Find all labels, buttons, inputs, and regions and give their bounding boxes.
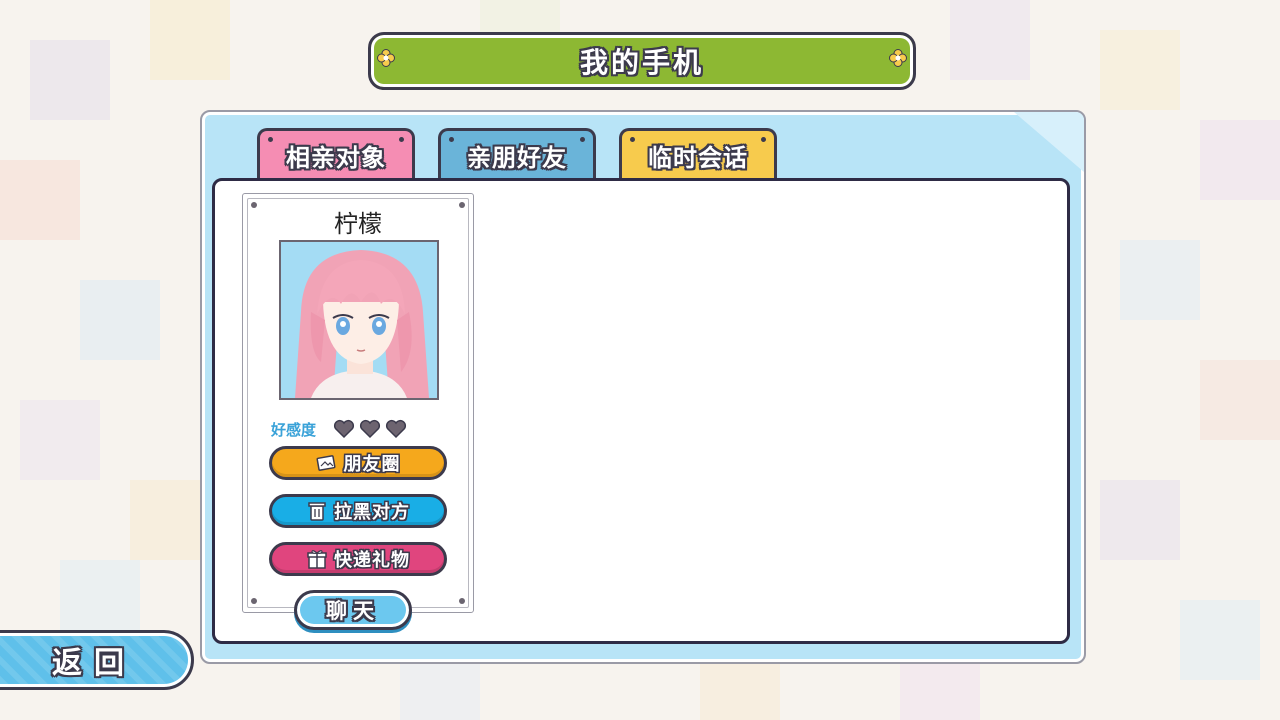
gift-button[interactable]: 快递礼物 <box>269 542 447 576</box>
title-banner: 我的手机 <box>368 32 916 90</box>
favor-hearts <box>333 419 407 439</box>
chat-label: 聊天 <box>326 599 380 623</box>
back-button[interactable]: 返回 <box>0 630 194 690</box>
tab-temporary-chat[interactable]: 临时会话 <box>619 128 777 180</box>
heart-icon <box>333 419 355 439</box>
tab-label: 亲朋好友 <box>467 144 567 172</box>
tab-label: 相亲对象 <box>286 144 386 172</box>
moments-button[interactable]: 朋友圈 <box>269 446 447 480</box>
photo-icon <box>315 455 336 471</box>
contact-name: 柠檬 <box>334 210 382 238</box>
contact-portrait <box>279 240 439 400</box>
gift-label: 快递礼物 <box>334 550 410 571</box>
trash-icon <box>308 502 326 521</box>
chat-button[interactable]: 聊天 <box>294 590 412 630</box>
tab-friends-family[interactable]: 亲朋好友 <box>438 128 596 180</box>
favor-label: 好感度 <box>271 421 317 439</box>
flower-icon <box>377 49 395 67</box>
heart-icon <box>385 419 407 439</box>
block-label: 拉黑对方 <box>334 502 410 523</box>
block-button[interactable]: 拉黑对方 <box>269 494 447 528</box>
moments-label: 朋友圈 <box>343 454 401 475</box>
tab-label: 临时会话 <box>648 144 748 172</box>
gift-icon <box>307 550 327 569</box>
contact-card[interactable]: 柠檬 好感度 朋友圈 拉黑对方 快递礼物 <box>242 193 474 613</box>
tab-dating-targets[interactable]: 相亲对象 <box>257 128 415 180</box>
corner-decoration <box>1014 112 1084 172</box>
page-title: 我的手机 <box>579 46 704 79</box>
flower-icon <box>889 49 907 67</box>
heart-icon <box>359 419 381 439</box>
back-label: 返回 <box>52 646 136 681</box>
